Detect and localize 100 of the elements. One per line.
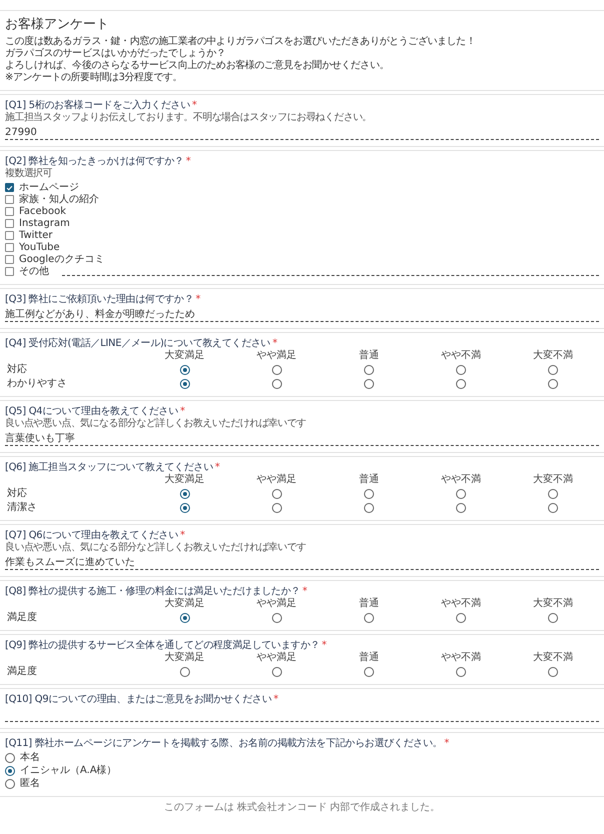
column-header: 普通: [358, 652, 380, 664]
radio-button[interactable]: [272, 666, 282, 677]
option-label: Twitter: [19, 230, 53, 242]
checkbox[interactable]: [5, 183, 14, 192]
radio-button[interactable]: [364, 378, 374, 389]
help-text: 良い点や悪い点、気になる部分など詳しくお教えいただければ幸いです: [5, 542, 307, 554]
row-label: 満足度: [7, 612, 37, 623]
column-header: 普通: [358, 474, 380, 486]
help-text: 良い点や悪い点、気になる部分など詳しくお教えいただければ幸いです: [5, 418, 307, 430]
radio-button[interactable]: [272, 502, 282, 513]
column-header: やや不満: [440, 474, 482, 486]
column-header: やや満足: [256, 474, 298, 486]
intro-text: この度は数あるガラス・鍵・内窓の施工業者の中よりガラパゴスをお選びいただきありがとうございました！: [5, 36, 476, 48]
footer-text: このフォームは 株式会社オンコード 内部で作成されました。: [164, 802, 440, 813]
option-label: Instagram: [19, 218, 70, 230]
column-header: 大変不満: [532, 350, 574, 362]
radio-button[interactable]: [180, 612, 190, 623]
question-label: [Q4] 受付応対(電話／LINE／メール)について教えてください *: [5, 338, 278, 350]
radio-button[interactable]: [456, 666, 466, 677]
radio-button[interactable]: [5, 778, 15, 789]
radio-button[interactable]: [5, 752, 15, 763]
checkbox[interactable]: [5, 255, 14, 264]
column-header: 普通: [358, 598, 380, 610]
option-label: その他: [19, 266, 49, 278]
question-label: [Q10] Q9についての理由、またはご意見をお聞かせください *: [5, 694, 280, 706]
radio-button[interactable]: [548, 488, 558, 499]
question-label: [Q7] Q6について理由を教えてください *: [5, 530, 186, 542]
option-label: Facebook: [19, 206, 66, 218]
row-label: 対応: [7, 488, 27, 499]
column-header: 大変不満: [532, 474, 574, 486]
option-label: 匿名: [20, 778, 40, 790]
radio-button[interactable]: [364, 612, 374, 623]
radio-button[interactable]: [180, 378, 190, 389]
text-field[interactable]: 施工例などがあり、料金が明瞭だったため: [5, 308, 599, 322]
question-label: [Q5] Q4について理由を教えてください *: [5, 406, 186, 418]
option-label: 本名: [20, 752, 40, 764]
radio-button[interactable]: [456, 502, 466, 513]
column-header: やや不満: [440, 350, 482, 362]
question-label: [Q6] 施工担当スタッフについて教えてください *: [5, 462, 221, 474]
form-title: お客様アンケート: [5, 17, 110, 33]
radio-button[interactable]: [5, 766, 15, 776]
text-field[interactable]: 作業もスムーズに進めていた: [5, 556, 599, 570]
question-label: [Q3] 弊社にご依頼頂いた理由は何ですか？ *: [5, 294, 202, 306]
option-label: Googleのクチコミ: [19, 254, 104, 265]
column-header: 大変満足: [164, 474, 206, 486]
column-header: 大変満足: [164, 652, 206, 664]
column-header: やや不満: [440, 652, 482, 664]
checkbox[interactable]: [5, 231, 14, 240]
option-label: ホームページ: [19, 182, 79, 194]
row-label: 対応: [7, 364, 27, 375]
checkbox[interactable]: [5, 219, 14, 228]
radio-button[interactable]: [272, 364, 282, 375]
radio-button[interactable]: [548, 364, 558, 375]
row-label: 清潔さ: [7, 502, 37, 513]
column-header: やや満足: [256, 350, 298, 362]
radio-button[interactable]: [456, 378, 466, 389]
radio-button[interactable]: [364, 488, 374, 499]
radio-button[interactable]: [180, 488, 190, 499]
radio-button[interactable]: [456, 364, 466, 375]
question-label: [Q8] 弊社の提供する施工・修理の料金には満足いただけましたか？ *: [5, 586, 308, 598]
option-label: YouTube: [19, 242, 60, 254]
column-header: やや不満: [440, 598, 482, 610]
radio-button[interactable]: [548, 502, 558, 513]
column-header: 大変満足: [164, 598, 206, 610]
radio-button[interactable]: [548, 666, 558, 677]
radio-button[interactable]: [364, 666, 374, 677]
question-label: [Q1] 5桁のお客様コードをご入力ください *: [5, 100, 198, 112]
radio-button[interactable]: [272, 378, 282, 389]
radio-button[interactable]: [272, 612, 282, 623]
help-text: 複数選択可: [5, 168, 54, 180]
radio-button[interactable]: [180, 666, 190, 677]
row-label: 満足度: [7, 666, 37, 677]
intro-text: よろしければ、今後のさらなるサービス向上のためお客様のご意見をお聞かせください。: [5, 60, 390, 72]
row-label: わかりやすさ: [7, 378, 67, 389]
radio-button[interactable]: [548, 612, 558, 623]
checkbox[interactable]: [5, 267, 14, 276]
intro-text: ガラパゴスのサービスはいかがだったでしょうか？: [5, 48, 227, 60]
question-label: [Q2] 弊社を知ったきっかけは何ですか？ *: [5, 156, 192, 168]
help-text: 施工担当スタッフよりお伝えしております。不明な場合はスタッフにお尋ねください。: [5, 112, 373, 124]
radio-button[interactable]: [548, 378, 558, 389]
checkbox[interactable]: [5, 195, 14, 204]
radio-button[interactable]: [456, 612, 466, 623]
question-label: [Q9] 弊社の提供するサービス全体を通してどの程度満足していますか？ *: [5, 640, 328, 652]
radio-button[interactable]: [456, 488, 466, 499]
intro-text: ※アンケートの所要時間は3分程度です。: [5, 72, 184, 84]
radio-button[interactable]: [364, 502, 374, 513]
question-label: [Q11] 弊社ホームページにアンケートを掲載する際、お名前の掲載方法を下記からお選びください。 *: [5, 738, 450, 750]
radio-button[interactable]: [364, 364, 374, 375]
text-field[interactable]: 言葉使いも丁寧: [5, 432, 599, 446]
radio-button[interactable]: [180, 502, 190, 513]
radio-button[interactable]: [180, 364, 190, 375]
column-header: 大変不満: [532, 652, 574, 664]
text-field[interactable]: 27990: [5, 126, 599, 140]
checkbox[interactable]: [5, 207, 14, 216]
radio-button[interactable]: [272, 488, 282, 499]
checkbox[interactable]: [5, 243, 14, 252]
option-label: 家族・知人の紹介: [19, 194, 99, 206]
column-header: 大変満足: [164, 350, 206, 362]
column-header: やや満足: [256, 652, 298, 664]
column-header: やや満足: [256, 598, 298, 610]
